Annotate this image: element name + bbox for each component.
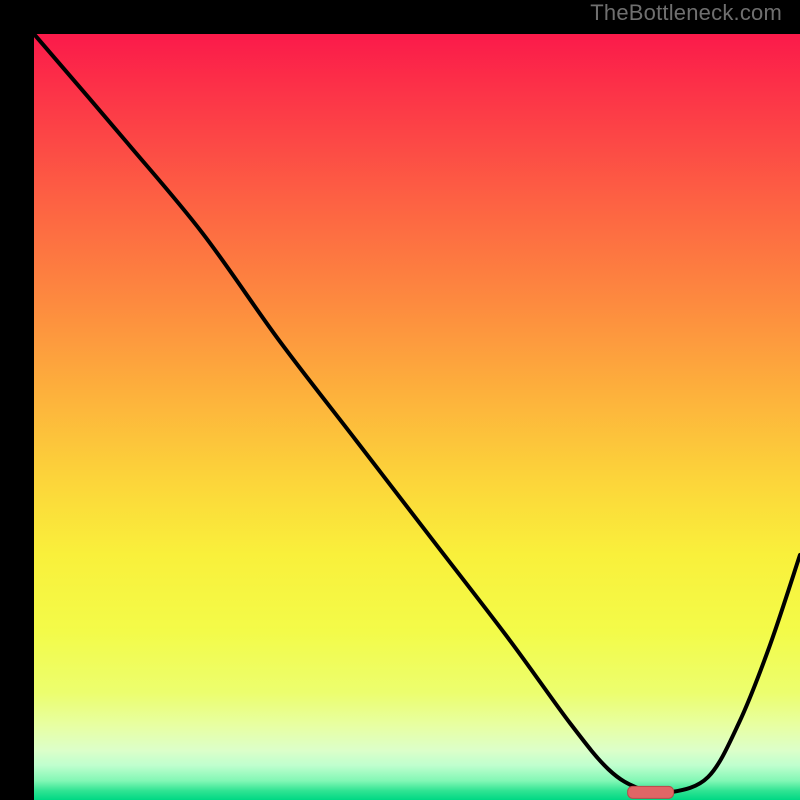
bottleneck-chart [34,34,800,800]
chart-background [34,34,800,800]
optimal-zone-marker [628,786,674,798]
chart-frame [17,17,783,783]
watermark-text: TheBottleneck.com [590,0,782,26]
